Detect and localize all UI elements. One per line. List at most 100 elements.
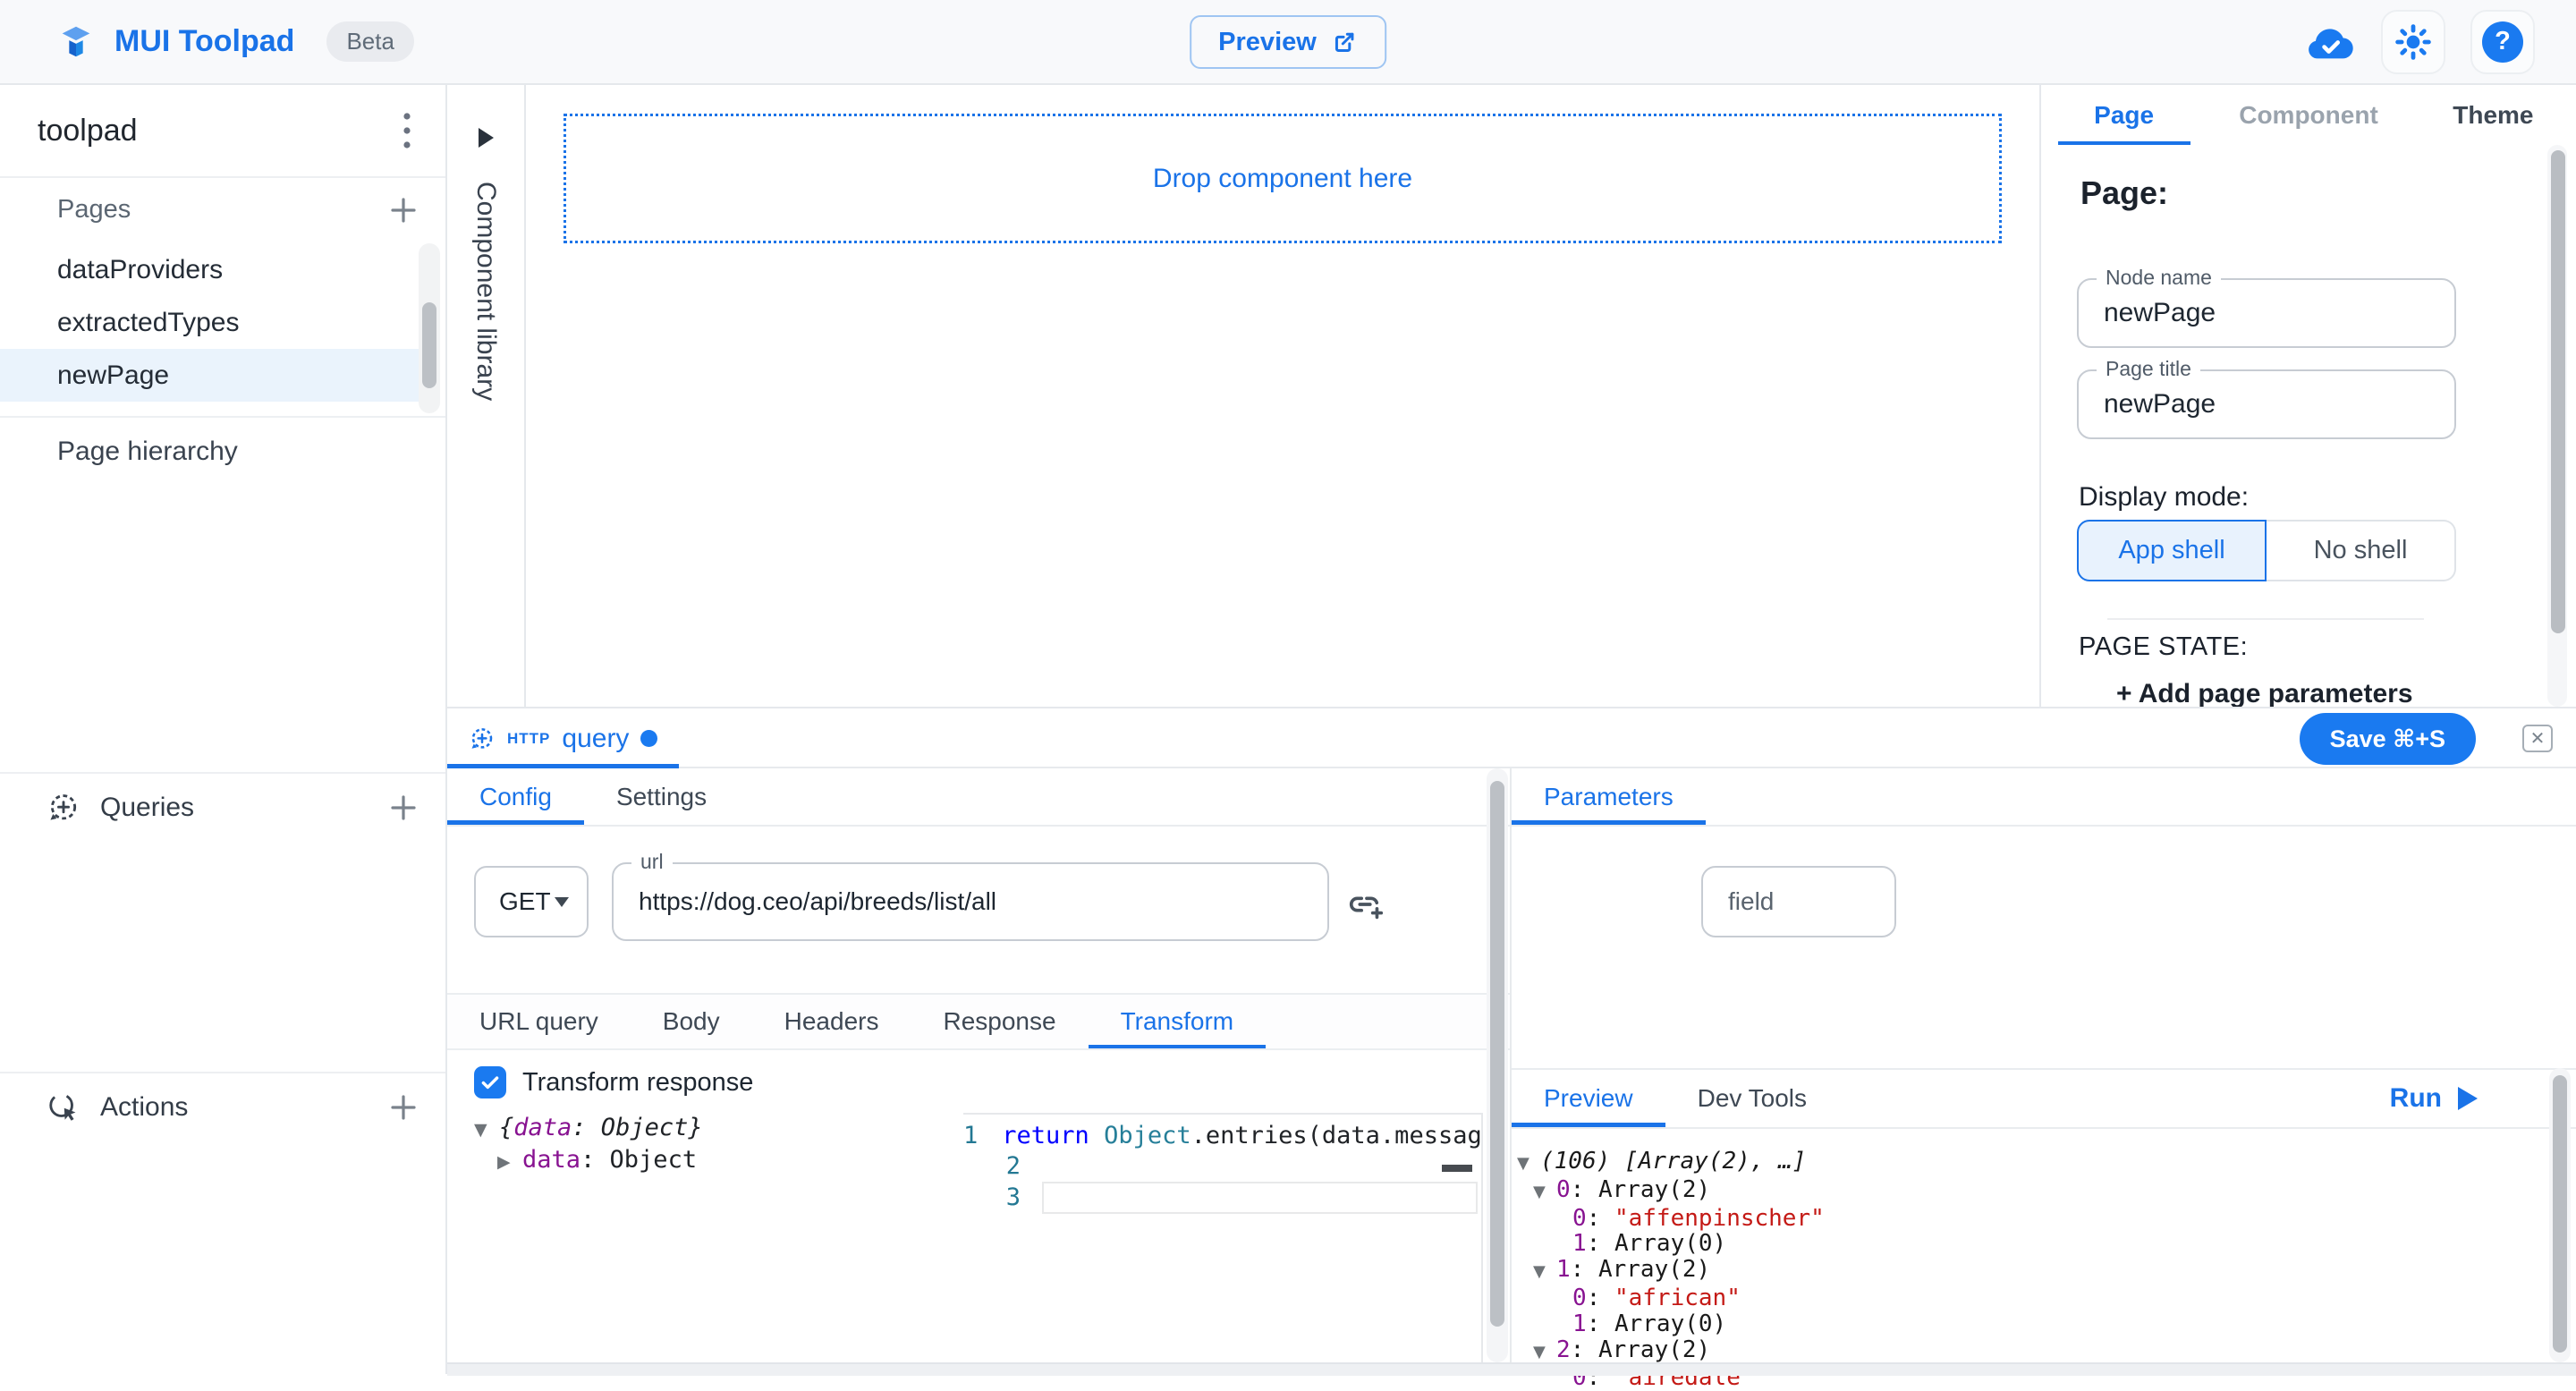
transform-response-label: Transform response [522,1068,753,1098]
url-field[interactable]: url https://dog.ceo/api/breeds/list/all [612,862,1329,941]
tab-preview[interactable]: Preview [1512,1070,1665,1127]
preview-button[interactable]: Preview [1190,15,1386,69]
query-editor-header: HTTP query Save ⌘+S ✕ [447,708,2576,768]
collapse-arrow-icon[interactable]: ▼ [1533,1180,1556,1206]
node-name-field[interactable]: Node name newPage [2077,278,2456,348]
theme-mode-button[interactable] [2381,10,2445,74]
expand-library-icon [479,128,494,148]
tab-body[interactable]: Body [631,995,752,1048]
queries-section-header: Queries [0,772,445,844]
tab-parameters[interactable]: Parameters [1512,768,1706,825]
tab-response[interactable]: Response [911,995,1088,1048]
url-label: url [631,850,673,874]
toolpad-logo-icon [55,21,97,63]
drop-zone[interactable]: Drop component here [564,114,2002,243]
open-in-new-icon [1331,29,1358,55]
tree-row[interactable]: ▼{data: Object} [474,1113,703,1145]
url-value: https://dog.ceo/api/breeds/list/all [639,887,996,916]
sidebar-page-dataProviders[interactable]: dataProviders [0,243,420,296]
app-title: MUI Toolpad [114,24,294,59]
chevron-down-icon [555,897,569,907]
expand-arrow-icon[interactable]: ▶ [497,1147,522,1177]
drop-zone-label: Drop component here [1153,164,1412,194]
component-library-strip[interactable]: Component library [447,85,526,707]
close-panel-button[interactable]: ✕ [2522,725,2553,752]
tree-row: 0: "african" [1517,1285,1825,1311]
tree-row[interactable]: ▼2: Array(2) [1517,1337,1825,1366]
top-bar: MUI Toolpad Beta Preview [0,0,2576,85]
add-link-icon[interactable] [1345,884,1386,929]
collapse-arrow-icon[interactable]: ▼ [1517,1151,1540,1177]
scope-tree: ▼{data: Object}▶data: Object [474,1113,703,1177]
tab-component[interactable]: Component [2207,85,2411,145]
display-mode-app-shell[interactable]: App shell [2077,520,2267,581]
page-state-label: PAGE STATE: [2079,632,2248,662]
tab-url-query[interactable]: URL query [447,995,631,1048]
tab-config[interactable]: Config [447,768,584,825]
line-number: 1 [963,1122,978,1149]
query-fetch-icon [47,791,80,825]
tab-theme[interactable]: Theme [2411,85,2576,145]
editor-overview-ruler-mark [1442,1165,1472,1172]
preview-scrollbar[interactable] [2549,1068,2571,1362]
display-mode-label: Display mode: [2079,482,2249,513]
divider [2107,618,2424,620]
config-scrollbar[interactable] [1487,768,1508,1362]
page-canvas: Drop component here [528,85,2039,707]
collapse-arrow-icon[interactable]: ▼ [474,1115,499,1145]
tree-row[interactable]: ▶data: Object [474,1145,703,1177]
request-sub-tabs: URL queryBodyHeadersResponseTransform [447,993,1510,1050]
add-page-button[interactable] [388,195,419,225]
project-menu-button[interactable] [402,110,411,151]
http-method-select[interactable]: GET [474,866,589,937]
sidebar-page-extractedTypes[interactable]: extractedTypes [0,296,420,349]
actions-section-header: Actions [0,1072,445,1143]
result-tabs-row: PreviewDev Tools Run [1512,1068,2576,1129]
inspector-scrollbar[interactable] [2547,145,2567,707]
pages-scrollbar[interactable] [419,243,440,413]
page-title-field[interactable]: Page title newPage [2077,369,2456,439]
code-line-2[interactable]: 2 [963,1151,1481,1183]
component-library-label: Component library [470,182,501,401]
save-button[interactable]: Save ⌘+S [2300,713,2476,765]
transform-response-checkbox[interactable] [474,1066,506,1098]
query-tab-label: query [562,724,629,754]
display-mode-no-shell[interactable]: No shell [2267,520,2456,581]
actions-label: Actions [100,1092,188,1123]
run-button-label: Run [2390,1083,2442,1114]
add-action-button[interactable] [388,1092,419,1123]
page-hierarchy-item[interactable]: Page hierarchy [0,416,445,488]
tree-row[interactable]: ▼(106) [Array(2), …] [1517,1149,1825,1177]
tab-transform[interactable]: Transform [1089,995,1267,1048]
inspector-tabs: PageComponentTheme [2041,85,2576,145]
code-line-1[interactable]: 1return Object.entries(data.messag [963,1120,1481,1151]
add-page-parameters-button[interactable]: + Add page parameters [2116,679,2413,707]
tree-row[interactable]: ▼1: Array(2) [1517,1257,1825,1285]
tab-page[interactable]: Page [2041,85,2207,145]
help-button[interactable]: ? [2470,10,2535,74]
page-title-label: Page title [2097,357,2200,381]
add-query-button[interactable] [388,793,419,823]
explorer-sidebar: toolpad Pages dataProvidersextractedType… [0,85,447,1374]
sidebar-page-newPage[interactable]: newPage [0,349,420,402]
tree-row[interactable]: ▼0: Array(2) [1517,1177,1825,1206]
page-hierarchy-label: Page hierarchy [57,437,238,467]
tab-dev-tools[interactable]: Dev Tools [1665,1070,1839,1127]
parameter-field-placeholder: field [1728,887,1774,916]
http-method-value: GET [499,887,551,916]
pages-list: dataProvidersextractedTypesnewPage [0,243,420,402]
parameter-field-input[interactable]: field [1701,866,1896,937]
page-title-value: newPage [2104,389,2216,420]
display-mode-toggle: App shell No shell [2077,520,2456,581]
run-button[interactable]: Run [2390,1070,2576,1127]
sun-icon [2394,22,2433,62]
query-editor-panel: HTTP query Save ⌘+S ✕ ConfigSettings GET… [447,707,2576,1374]
cloud-synced-icon [2304,21,2356,63]
tab-settings[interactable]: Settings [584,768,739,825]
collapse-arrow-icon[interactable]: ▼ [1533,1260,1556,1285]
tab-headers[interactable]: Headers [752,995,911,1048]
query-tab[interactable]: HTTP query [447,708,679,768]
line-number: 3 [963,1183,1021,1211]
node-name-label: Node name [2097,266,2221,290]
transform-code-editor[interactable]: 1return Object.entries(data.messag23 [963,1113,1483,1362]
